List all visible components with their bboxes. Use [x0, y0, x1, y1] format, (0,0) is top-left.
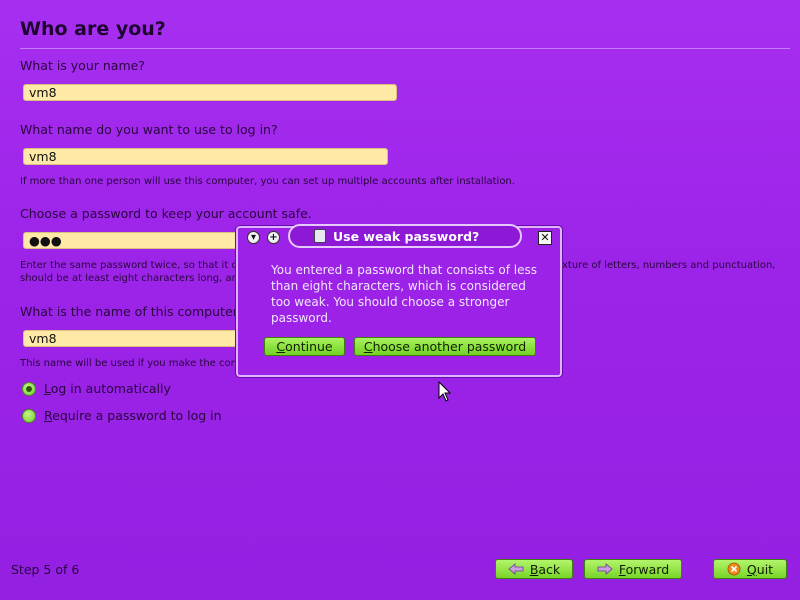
dialog-titlebar[interactable]: ▾ + Use weak password? ✕ — [238, 224, 560, 250]
document-icon — [314, 229, 326, 243]
password-hint: Enter the same password twice, so that i… — [20, 260, 237, 271]
computer-hint: This name will be used if you make the c… — [20, 358, 241, 369]
continue-button[interactable]: Continue — [264, 337, 345, 356]
choose-another-password-button[interactable]: Choose another password — [354, 337, 536, 356]
mouse-pointer-icon — [438, 381, 452, 402]
radio-checked-icon[interactable] — [22, 381, 36, 396]
plus-icon[interactable]: + — [267, 231, 280, 244]
name-field[interactable]: vm8 — [23, 84, 397, 101]
quit-button[interactable]: Quit — [713, 559, 787, 579]
login-label: What name do you want to use to log in? — [20, 122, 278, 137]
dialog-message: You entered a password that consists of … — [271, 263, 537, 325]
login-hint: If more than one person will use this co… — [20, 176, 515, 187]
arrow-right-icon — [597, 563, 613, 575]
close-icon[interactable]: ✕ — [538, 231, 552, 245]
arrow-left-icon — [508, 563, 524, 575]
password-label: Choose a password to keep your account s… — [20, 206, 312, 221]
radio-require-password[interactable]: Require a password to log in — [22, 408, 222, 423]
dialog-title: Use weak password? — [333, 228, 480, 244]
forward-button[interactable]: Forward — [584, 559, 682, 579]
computer-label: What is the name of this computer? — [20, 304, 245, 319]
password-hint-line2: should be at least eight characters long… — [20, 273, 245, 284]
radio-unchecked-icon[interactable] — [22, 408, 36, 423]
title-divider — [20, 48, 790, 49]
quit-icon — [727, 562, 741, 576]
page-title: Who are you? — [20, 18, 166, 40]
radio-require-label: Require a password to log in — [44, 408, 222, 423]
name-label: What is your name? — [20, 58, 145, 73]
back-button[interactable]: Back — [495, 559, 573, 579]
chevron-down-icon[interactable]: ▾ — [247, 231, 260, 244]
login-field[interactable]: vm8 — [23, 148, 388, 165]
dialog-title-pill: Use weak password? — [288, 224, 522, 248]
password-hint-tail: xture of letters, numbers and punctuatio… — [562, 260, 776, 271]
password-field[interactable]: ●●● — [23, 232, 241, 249]
radio-login-automatically[interactable]: Log in automatically — [22, 381, 171, 396]
weak-password-dialog: ▾ + Use weak password? ✕ You entered a p… — [236, 224, 562, 377]
computer-name-field[interactable]: vm8 — [23, 330, 241, 347]
radio-auto-label: Log in automatically — [44, 381, 171, 396]
step-indicator: Step 5 of 6 — [11, 562, 80, 577]
